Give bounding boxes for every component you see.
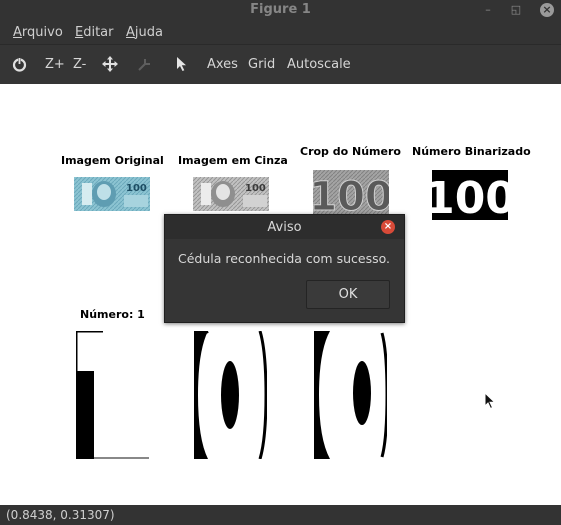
digit-0b-image xyxy=(314,331,387,459)
crop-title: Crop do Número xyxy=(300,145,401,158)
window-titlebar: Figure 1 – ◱ × xyxy=(0,0,561,20)
menubar: Arquivo Editar Ajuda xyxy=(0,20,561,44)
digit-1-image xyxy=(76,331,149,459)
crop-number-text: 100 xyxy=(313,174,389,216)
home-icon[interactable] xyxy=(11,56,28,73)
dialog-close-icon[interactable]: × xyxy=(381,220,395,234)
close-icon[interactable]: × xyxy=(540,3,554,17)
crop-image: 100 xyxy=(313,170,389,216)
menu-ajuda[interactable]: Ajuda xyxy=(126,25,163,40)
dialog-titlebar: Aviso xyxy=(165,215,404,239)
digit-0a-image xyxy=(194,331,267,459)
gray-image: 100 xyxy=(193,177,269,211)
original-title: Imagem Original xyxy=(61,154,164,167)
binary-image: 100 xyxy=(432,170,508,220)
dialog-title: Aviso xyxy=(267,220,302,235)
menu-arquivo[interactable]: Arquivo xyxy=(13,25,63,40)
number-title: Número: 1 xyxy=(80,308,145,321)
axes-button[interactable]: Axes xyxy=(207,57,238,72)
autoscale-button[interactable]: Autoscale xyxy=(287,57,351,72)
binary-title: Número Binarizado xyxy=(412,145,531,158)
pan-icon[interactable] xyxy=(101,55,119,73)
toolbar: Z+ Z- Axes Grid Autoscale xyxy=(0,44,561,85)
gray-title: Imagem em Cinza xyxy=(178,154,288,167)
zoom-icon[interactable] xyxy=(136,55,154,73)
window-title: Figure 1 xyxy=(250,2,311,17)
note-value-gray: 100 xyxy=(245,183,266,194)
aviso-dialog: Aviso × Cédula reconhecida com sucesso. … xyxy=(164,214,405,323)
dialog-message: Cédula reconhecida com sucesso. xyxy=(178,251,390,266)
statusbar: (0.8438, 0.31307) xyxy=(0,505,561,525)
pointer-icon[interactable] xyxy=(176,56,188,72)
mouse-cursor-icon xyxy=(484,392,496,410)
note-value-original: 100 xyxy=(126,183,147,194)
maximize-icon[interactable]: ◱ xyxy=(509,3,523,17)
original-image: 100 xyxy=(74,177,150,211)
grid-button[interactable]: Grid xyxy=(248,57,275,72)
zoom-in-button[interactable]: Z+ xyxy=(45,57,65,72)
binary-number-text: 100 xyxy=(432,173,508,220)
ok-button[interactable]: OK xyxy=(306,280,390,309)
cursor-coordinates: (0.8438, 0.31307) xyxy=(6,508,115,522)
minimize-icon[interactable]: – xyxy=(481,3,495,17)
zoom-out-button[interactable]: Z- xyxy=(73,57,86,72)
menu-editar[interactable]: Editar xyxy=(75,25,114,40)
